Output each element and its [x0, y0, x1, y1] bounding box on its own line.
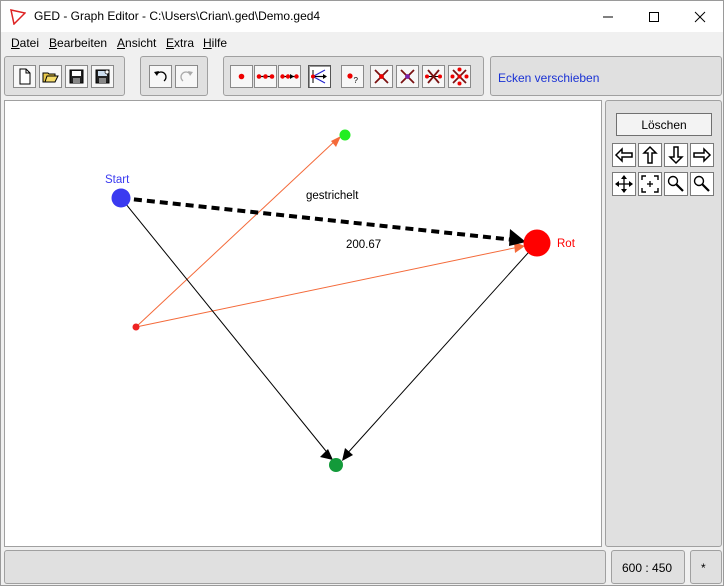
- open-folder-icon: [42, 72, 59, 83]
- vertex-query-icon: ?: [347, 73, 359, 85]
- zoom-out-icon: [693, 175, 710, 192]
- save-disk-icon: [69, 69, 84, 84]
- arrow-left-icon: [614, 147, 633, 163]
- zoom-out-button[interactable]: [690, 172, 714, 196]
- add-path-button[interactable]: [278, 65, 301, 88]
- graph-drawing[interactable]: Start Rot gestrichelt 200.67: [5, 101, 601, 546]
- delete-all-icon: [450, 67, 469, 86]
- status-bar-modified: [690, 550, 722, 584]
- close-icon: [694, 11, 706, 22]
- save-as-disk-icon: [95, 69, 110, 84]
- scroll-left-button[interactable]: [612, 143, 636, 167]
- save-button[interactable]: [65, 65, 88, 88]
- undo-icon: [154, 71, 167, 82]
- canvas-size-readout: 600 : 450: [622, 561, 673, 575]
- node-label-start: Start: [105, 174, 130, 186]
- scroll-up-button[interactable]: [638, 143, 662, 167]
- maximize-icon: [649, 11, 659, 22]
- node-start[interactable]: [111, 188, 131, 208]
- edge-arrowhead: [509, 229, 526, 246]
- path-icon: [280, 74, 299, 79]
- move-vertices-button[interactable]: [308, 65, 331, 88]
- scroll-right-button[interactable]: [690, 143, 714, 167]
- edge-label-dashed: gestrichelt: [306, 190, 359, 202]
- svg-text:?: ?: [354, 76, 359, 85]
- move-all-icon: [615, 175, 633, 193]
- edge-red-to-green[interactable]: [135, 139, 337, 328]
- title-bar: GED - Graph Editor - C:\Users\Crian\.ged…: [1, 1, 723, 32]
- modified-indicator: *: [701, 561, 706, 575]
- menu-ansicht[interactable]: Ansicht: [117, 36, 156, 50]
- arrow-up-icon: [642, 145, 658, 164]
- new-file-button[interactable]: [13, 65, 36, 88]
- zoom-in-icon: [667, 175, 684, 192]
- edge-label-weight: 200.67: [346, 239, 381, 251]
- delete-path-button[interactable]: [422, 65, 445, 88]
- edge-start-to-bottom[interactable]: [120, 197, 331, 457]
- app-window: GED - Graph Editor - C:\Users\Crian\.ged…: [0, 0, 724, 586]
- node-red-small[interactable]: [132, 323, 140, 331]
- vertex-info-button[interactable]: ?: [341, 65, 364, 88]
- move-all-button[interactable]: [612, 172, 636, 196]
- close-button[interactable]: [677, 1, 723, 32]
- zoom-in-button[interactable]: [664, 172, 688, 196]
- menu-bar: Datei Bearbeiten Ansicht Extra Hilfe: [1, 33, 723, 53]
- redo-button: [175, 65, 198, 88]
- edge-arrowhead: [320, 449, 333, 460]
- menu-datei[interactable]: Datei: [11, 36, 39, 50]
- fit-view-button[interactable]: [638, 172, 662, 196]
- delete-edge-icon: [400, 69, 415, 84]
- arrow-down-icon: [668, 146, 684, 165]
- redo-icon: [180, 71, 193, 82]
- node-rot[interactable]: [523, 229, 551, 257]
- minimize-button[interactable]: [585, 1, 631, 32]
- edge-arrowhead: [331, 136, 341, 147]
- side-panel: Löschen: [605, 100, 722, 547]
- node-bottom-green[interactable]: [329, 458, 343, 472]
- delete-all-button[interactable]: [448, 65, 471, 88]
- delete-vertex-icon: [374, 69, 389, 84]
- move-vertices-icon: [311, 69, 327, 84]
- scroll-down-button[interactable]: [664, 143, 688, 167]
- menu-extra[interactable]: Extra: [166, 36, 194, 50]
- undo-button[interactable]: [149, 65, 172, 88]
- delete-vertex-button[interactable]: [370, 65, 393, 88]
- new-file-icon: [19, 68, 31, 85]
- edge-start-to-rot-dashed[interactable]: [120, 196, 516, 242]
- menu-hilfe[interactable]: Hilfe: [203, 36, 227, 50]
- vertex-icon: [238, 73, 245, 80]
- delete-button[interactable]: Löschen: [616, 113, 712, 136]
- edge-icon: [256, 74, 275, 79]
- arrow-right-icon: [693, 147, 712, 163]
- fit-view-icon: [641, 175, 659, 193]
- add-vertex-button[interactable]: [230, 65, 253, 88]
- delete-edge-button[interactable]: [396, 65, 419, 88]
- save-as-button[interactable]: [91, 65, 114, 88]
- menu-bearbeiten[interactable]: Bearbeiten: [49, 36, 107, 50]
- node-green[interactable]: [339, 129, 351, 141]
- add-edge-button[interactable]: [254, 65, 277, 88]
- window-title: GED - Graph Editor - C:\Users\Crian\.ged…: [34, 9, 321, 23]
- mode-status-text: Ecken verschieben: [498, 71, 600, 85]
- open-file-button[interactable]: [39, 65, 62, 88]
- node-label-rot: Rot: [557, 238, 576, 250]
- status-bar-main: [4, 550, 606, 584]
- delete-path-icon: [425, 69, 442, 84]
- app-logo-icon: [10, 9, 26, 25]
- maximize-button[interactable]: [631, 1, 677, 32]
- minimize-icon: [603, 16, 613, 17]
- edge-arrowhead: [342, 448, 353, 461]
- graph-canvas[interactable]: Start Rot gestrichelt 200.67: [4, 100, 602, 547]
- edge-rot-to-bottom[interactable]: [344, 242, 538, 457]
